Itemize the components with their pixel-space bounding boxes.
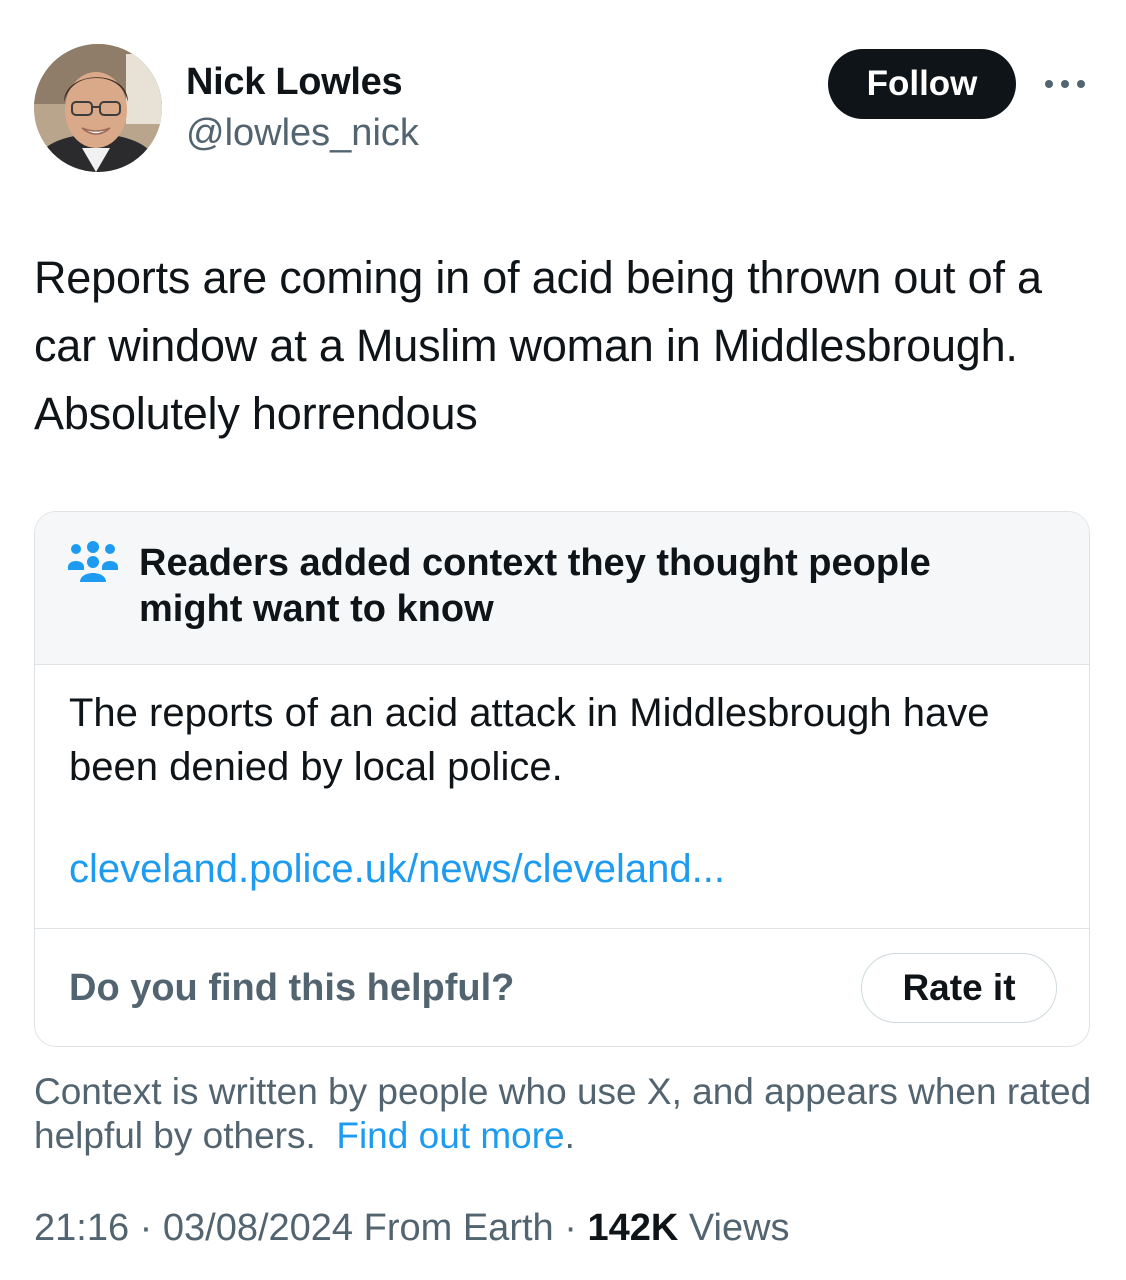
community-notes-icon: [68, 541, 118, 582]
community-note-header: Readers added context they thought peopl…: [35, 512, 1089, 665]
community-note-footer: Do you find this helpful? Rate it: [35, 928, 1089, 1046]
views-label: Views: [688, 1207, 790, 1249]
avatar[interactable]: [34, 44, 162, 172]
find-out-more-link[interactable]: Find out more: [336, 1115, 564, 1156]
helpful-question: Do you find this helpful?: [69, 967, 515, 1009]
meta-separator: ·: [129, 1207, 163, 1249]
views-count[interactable]: 142K: [587, 1207, 678, 1249]
community-note-title: Readers added context they thought peopl…: [139, 542, 931, 630]
tweet-metadata: 21:16 · 03/08/2024 From Earth · 142K Vie…: [34, 1204, 790, 1252]
tweet-time[interactable]: 21:16: [34, 1207, 129, 1249]
meta-separator: ·: [553, 1207, 588, 1249]
tweet-text: Reports are coming in of acid being thro…: [34, 252, 1042, 439]
community-note-source-link[interactable]: cleveland.police.uk/news/cleveland...: [69, 844, 725, 894]
context-disclaimer: Context is written by people who use X, …: [34, 1070, 1094, 1158]
tweet-header: Nick Lowles @lowles_nick Follow: [34, 44, 1094, 179]
follow-button[interactable]: Follow: [828, 49, 1016, 119]
community-note: Readers added context they thought peopl…: [34, 511, 1090, 1047]
community-note-body: The reports of an acid attack in Middles…: [69, 691, 990, 789]
display-name[interactable]: Nick Lowles: [186, 58, 419, 106]
more-horizontal-icon: [1045, 80, 1085, 88]
tweet-source: From Earth: [363, 1207, 554, 1249]
rate-it-button[interactable]: Rate it: [861, 953, 1057, 1023]
user-handle[interactable]: @lowles_nick: [186, 108, 419, 158]
more-options-button[interactable]: [1040, 69, 1090, 99]
profile-photo: [34, 44, 162, 172]
context-disclaimer-suffix: .: [564, 1115, 575, 1156]
author-info[interactable]: Nick Lowles @lowles_nick: [186, 58, 419, 158]
tweet-date[interactable]: 03/08/2024: [163, 1207, 353, 1249]
